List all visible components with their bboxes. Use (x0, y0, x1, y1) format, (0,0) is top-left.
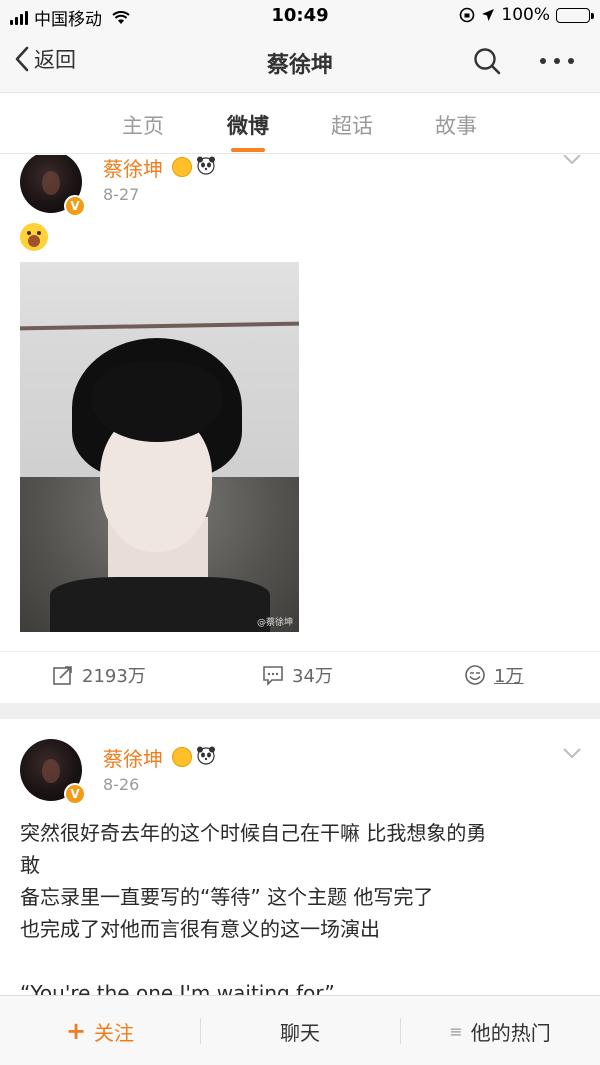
vip-crown-icon (172, 747, 192, 767)
verified-badge-icon: V (64, 195, 86, 217)
post-text-line: 突然很好奇去年的这个时候自己在干嘛 比我想象的勇 (20, 821, 487, 845)
plus-icon: + (65, 1017, 87, 1045)
profile-tabs: 主页 微博 超话 故事 (0, 94, 600, 154)
repost-count: 2193万 (82, 666, 146, 687)
post-card: V 蔡徐坤 8-27 @蔡徐坤 2193万 34万 1万 (0, 155, 600, 703)
search-icon[interactable] (472, 46, 502, 76)
weibo-profile-page: 中国移动 10:49 100% 返回 蔡徐坤 主页 微博 超话 故事 V 蔡徐坤… (0, 0, 600, 1065)
post-username[interactable]: 蔡徐坤 (103, 155, 163, 182)
verified-badge-icon: V (64, 783, 86, 805)
panda-icon (197, 746, 215, 765)
hot-posts-button[interactable]: ≡ 他的热门 (400, 996, 600, 1065)
post-username[interactable]: 蔡徐坤 (103, 743, 163, 772)
smile-icon (465, 665, 485, 685)
hot-posts-label: 他的热门 (470, 1020, 551, 1045)
rotation-lock-icon (460, 7, 475, 23)
post-text-line: 敢 (20, 853, 40, 877)
post-divider (0, 703, 600, 719)
follow-button[interactable]: + 关注 (0, 996, 200, 1065)
status-bar: 中国移动 10:49 100% (0, 0, 600, 30)
chat-button[interactable]: 聊天 (200, 996, 400, 1065)
comment-count: 34万 (292, 666, 333, 687)
tab-weibo[interactable]: 微博 (227, 110, 269, 140)
avatar[interactable]: V (20, 739, 86, 805)
chevron-down-icon[interactable] (562, 155, 582, 165)
post-text-line: “You're the one I'm waiting for” (20, 981, 335, 995)
tab-stories[interactable]: 故事 (435, 110, 477, 140)
tab-super-topic[interactable]: 超话 (331, 110, 373, 140)
post-date: 8-26 (103, 775, 140, 794)
menu-icon: ≡ (449, 1021, 463, 1041)
post-image[interactable]: @蔡徐坤 (20, 262, 299, 632)
status-right: 100% (459, 5, 594, 25)
comment-icon (263, 666, 283, 686)
comment-button[interactable]: 34万 (262, 662, 333, 688)
panda-icon (197, 156, 215, 175)
chevron-down-icon[interactable] (562, 747, 582, 759)
repost-button[interactable]: 2193万 (52, 662, 146, 688)
post-text: 突然很好奇去年的这个时候自己在干嘛 比我想象的勇 敢 备忘录里一直要写的“等待”… (20, 817, 586, 995)
bottom-action-bar: + 关注 聊天 ≡ 他的热门 (0, 995, 600, 1065)
like-count: 1万 (494, 666, 524, 687)
location-icon (482, 9, 495, 21)
post-text-line (20, 945, 586, 977)
post-text-line: 备忘录里一直要写的“等待” 这个主题 他写完了 (20, 885, 434, 909)
vip-crown-icon (172, 157, 192, 177)
post-text-line: 也完成了对他而言很有意义的这一场演出 (20, 917, 380, 941)
post-actions: 2193万 34万 1万 (0, 651, 600, 699)
tab-home[interactable]: 主页 (122, 110, 164, 140)
post-card: V 蔡徐坤 8-26 突然很好奇去年的这个时候自己在干嘛 比我想象的勇 敢 备忘… (0, 719, 600, 995)
shocked-face-icon (20, 223, 48, 251)
battery-percent: 100% (501, 5, 550, 25)
page-title: 蔡徐坤 (266, 53, 333, 78)
repost-icon (53, 666, 72, 685)
chat-label: 聊天 (280, 1020, 320, 1045)
avatar[interactable]: V (20, 155, 86, 217)
more-options-icon[interactable] (540, 48, 574, 74)
image-watermark: @蔡徐坤 (256, 618, 293, 628)
nav-bar: 返回 蔡徐坤 (0, 30, 600, 93)
active-tab-indicator (231, 148, 265, 152)
post-date: 8-27 (103, 185, 140, 204)
feed: V 蔡徐坤 8-27 @蔡徐坤 2193万 34万 1万 V 蔡徐坤 8-26 … (0, 155, 600, 995)
like-button[interactable]: 1万 (464, 662, 523, 688)
battery-icon (556, 7, 594, 23)
follow-label: 关注 (94, 1020, 135, 1045)
